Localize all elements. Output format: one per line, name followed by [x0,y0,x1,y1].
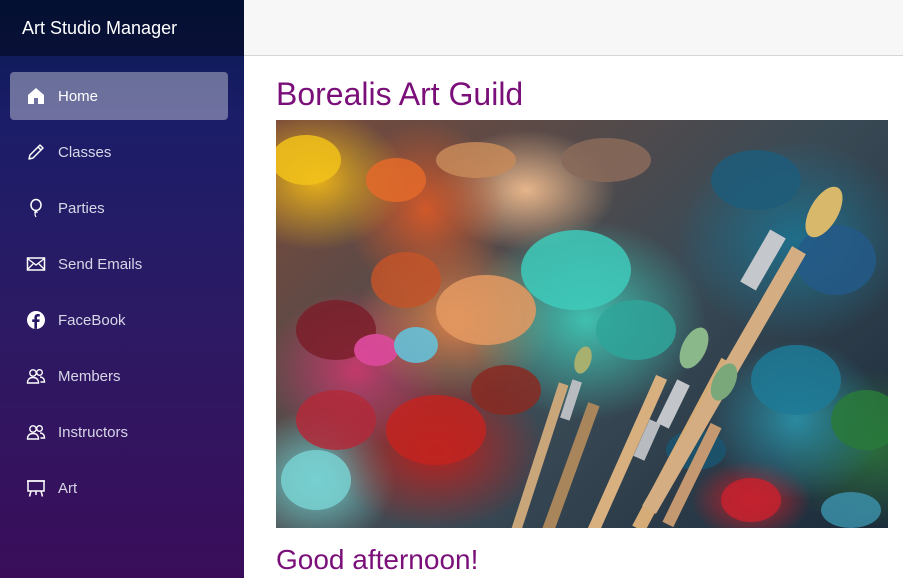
sidebar-item-classes[interactable]: Classes [10,128,228,176]
sidebar-item-members[interactable]: Members [10,352,228,400]
page-title: Borealis Art Guild [276,76,524,112]
sidebar: Art Studio Manager Home Classes Parties [0,0,244,578]
facebook-icon [26,310,46,330]
hero-image [276,120,888,528]
app-root: Art Studio Manager Home Classes Parties [0,0,903,578]
sidebar-item-label: Instructors [58,423,129,441]
sidebar-item-home[interactable]: Home [10,72,228,120]
paint-palette-illustration [276,135,888,528]
balloon-icon [26,198,46,218]
easel-icon [26,478,46,498]
sidebar-item-instructors[interactable]: Instructors [10,408,228,456]
pencil-icon [26,142,46,162]
sidebar-item-label: Classes [58,143,112,161]
main-content: Borealis Art Guild Good afternoon! [244,56,903,578]
sidebar-item-label: FaceBook [58,311,126,329]
sidebar-item-parties[interactable]: Parties [10,184,228,232]
sidebar-item-label: Parties [58,199,105,217]
envelope-icon [26,254,46,274]
sidebar-item-facebook[interactable]: FaceBook [10,296,228,344]
sidebar-nav: Home Classes Parties Send Emails FaceBoo… [0,56,244,512]
sidebar-item-label: Art [58,479,78,497]
greeting-text: Good afternoon! [276,544,479,575]
people-icon [26,366,46,386]
top-bar [244,0,903,56]
sidebar-item-send-emails[interactable]: Send Emails [10,240,228,288]
sidebar-item-label: Members [58,367,121,385]
home-icon [26,86,46,106]
people-icon [26,422,46,442]
app-title[interactable]: Art Studio Manager [0,0,244,56]
sidebar-item-art[interactable]: Art [10,464,228,512]
sidebar-item-label: Send Emails [58,255,143,273]
sidebar-item-label: Home [58,87,99,105]
